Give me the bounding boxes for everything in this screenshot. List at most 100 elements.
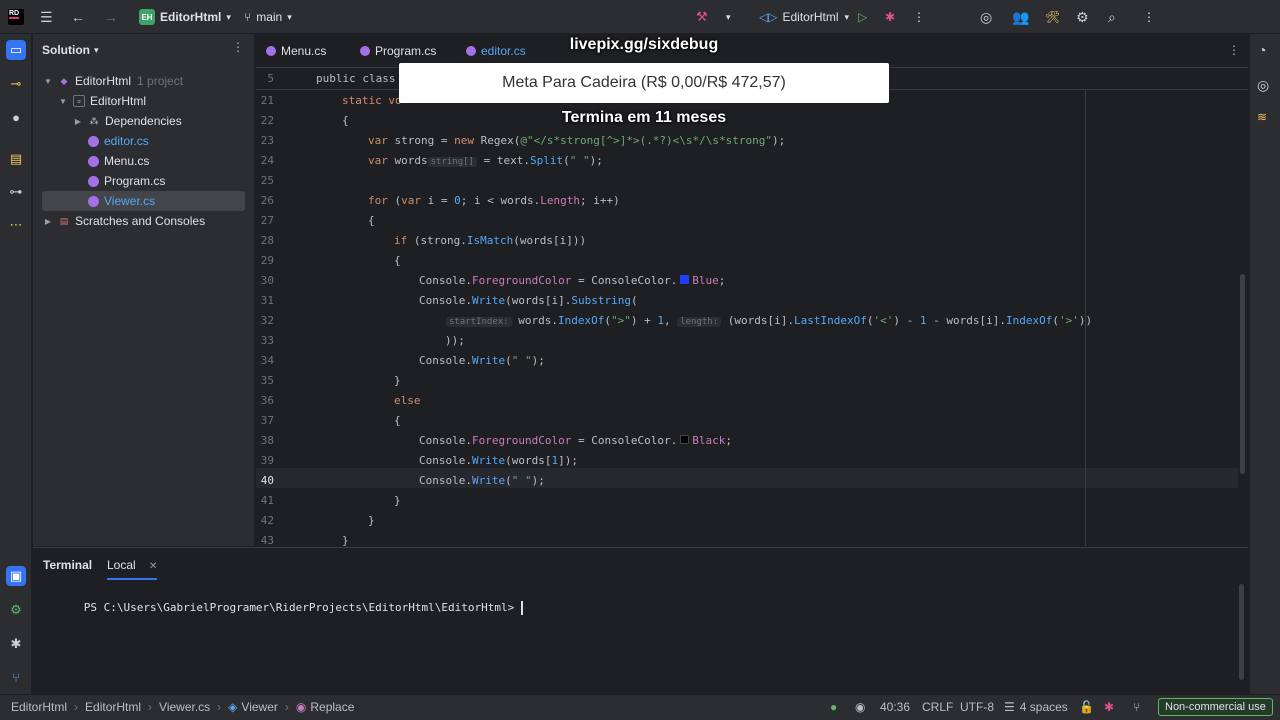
problems-tool-button[interactable]: ✱: [6, 634, 26, 654]
notifications-button[interactable]: ◔: [1258, 42, 1266, 58]
file-encoding[interactable]: UTF-8: [960, 695, 994, 719]
forward-button[interactable]: →: [104, 0, 118, 34]
more-actions-button[interactable]: ⋮: [913, 0, 925, 34]
bell-icon: ◔: [1258, 42, 1267, 58]
database-tool-button[interactable]: ≋: [1257, 110, 1267, 124]
run-button[interactable]: ▷: [858, 0, 867, 34]
commit-tool-button[interactable]: ⊸: [6, 74, 26, 94]
editor-scrollbar[interactable]: [1240, 274, 1245, 474]
github-tool-button[interactable]: ●: [6, 107, 26, 127]
settings-menu-button[interactable]: ⋮: [1143, 0, 1155, 34]
ai-assistant-button[interactable]: ◎: [980, 0, 992, 34]
tree-item-editor-cs[interactable]: editor.cs: [33, 131, 255, 151]
line-number: 42: [260, 514, 274, 527]
services-tool-button[interactable]: ⚙: [6, 600, 26, 620]
git-branch-icon: ⑂: [12, 669, 20, 685]
git-branch-icon: ⑂: [244, 10, 252, 24]
structure-tool-button[interactable]: ▤: [6, 149, 26, 169]
code-line-27: {: [368, 214, 375, 227]
eye-button[interactable]: ◉: [855, 695, 865, 719]
line-number: 38: [260, 434, 274, 447]
license-badge[interactable]: Non-commercial use: [1158, 698, 1273, 716]
csharp-file-icon: [360, 46, 370, 56]
breadcrumb-item[interactable]: EditorHtml: [85, 700, 141, 714]
run-config-name: EditorHtml: [782, 10, 839, 24]
project-name: EditorHtml: [160, 10, 222, 24]
code-with-me-button[interactable]: 👥: [1012, 0, 1029, 34]
project-selector[interactable]: EH EditorHtml ▾: [139, 0, 231, 34]
plugins-button[interactable]: ⚙: [1076, 0, 1089, 34]
code-line-26: for (var i = 0; i < words.Length; i++): [368, 194, 620, 207]
line-number: 22: [260, 114, 274, 127]
structure-icon: ▤: [9, 151, 23, 166]
livepix-link: livepix.gg/sixdebug: [569, 36, 719, 53]
more-vertical-icon: ⋮: [1143, 10, 1155, 24]
donation-goal-box: Meta Para Cadeira (R$ 0,00/R$ 472,57): [399, 63, 889, 103]
tools-button[interactable]: 🛠: [1045, 0, 1060, 34]
code-line-31: Console.Write(words[i].Substring(: [419, 294, 638, 307]
search-everywhere-button[interactable]: ⌕: [1108, 0, 1116, 34]
line-number: 33: [260, 334, 274, 347]
tree-item-dependencies[interactable]: ▶ ⁂ Dependencies: [33, 111, 255, 131]
tree-item-solution[interactable]: ▼ ◆ EditorHtml 1 project: [33, 71, 255, 91]
more-tools-button[interactable]: ⋯: [6, 215, 26, 235]
status-bar: EditorHtml › EditorHtml › Viewer.cs › ◈ …: [0, 694, 1280, 720]
terminal-output[interactable]: PS C:\Users\GabrielProgramer\RiderProjec…: [44, 588, 523, 628]
git-status[interactable]: ⑂: [1133, 695, 1140, 719]
breadcrumb-item[interactable]: Viewer: [241, 700, 277, 714]
back-button[interactable]: ←: [71, 0, 85, 34]
tree-item-scratches[interactable]: ▶ ▤ Scratches and Consoles: [33, 211, 255, 231]
terminal-tool-button[interactable]: ▣: [6, 566, 26, 586]
line-number: 40: [260, 474, 274, 487]
donation-goal-subtitle: Termina em 11 meses: [561, 109, 727, 126]
users-icon: 👥: [1012, 8, 1030, 25]
project-tool-button[interactable]: ▭: [6, 40, 26, 60]
debug-button[interactable]: ✱: [885, 0, 895, 34]
tree-item-menu-cs[interactable]: Menu.cs: [33, 151, 255, 171]
tabs-options-button[interactable]: ⋮: [1228, 43, 1240, 57]
inspection-status[interactable]: ●: [830, 695, 837, 719]
bug-icon: ✱: [1104, 700, 1115, 714]
arrow-left-icon: ←: [71, 9, 85, 25]
tree-item-project[interactable]: ▼ ▫ EditorHtml: [33, 91, 255, 111]
chevron-down-icon: ▼: [59, 96, 67, 106]
breadcrumb-item[interactable]: EditorHtml: [11, 700, 67, 714]
indent-setting[interactable]: ☰ 4 spaces: [1004, 695, 1068, 719]
bug-icon: ✱: [10, 636, 22, 651]
terminal-scrollbar[interactable]: [1239, 584, 1244, 680]
main-menu-button[interactable]: ☰: [40, 0, 53, 34]
build-hammer-button[interactable]: ⚒: [696, 0, 708, 34]
panel-options-button[interactable]: ⋮: [232, 40, 244, 54]
readonly-toggle[interactable]: 🔓: [1079, 695, 1094, 719]
terminal-tab-local[interactable]: Local ✕: [107, 558, 157, 572]
line-ending[interactable]: CRLF: [922, 695, 953, 719]
wrench-icon: 🛠: [1045, 10, 1061, 24]
caret-position[interactable]: 40:36: [880, 695, 910, 719]
hamburger-menu-icon: ☰: [40, 8, 53, 25]
indent-icon: ☰: [1004, 700, 1015, 714]
tree-item-program-cs[interactable]: Program.cs: [33, 171, 255, 191]
tree-item-viewer-cs[interactable]: Viewer.cs: [42, 191, 245, 211]
breadcrumb-item[interactable]: Replace: [310, 700, 354, 714]
code-line-36: else: [394, 394, 421, 407]
code-line-39: Console.Write(words[1]);: [419, 454, 578, 467]
close-icon[interactable]: ✕: [149, 561, 157, 572]
build-dropdown[interactable]: ▾: [726, 0, 731, 34]
tab-menu-cs[interactable]: Menu.cs: [266, 34, 326, 68]
branch-selector[interactable]: ⑂ main ▾: [244, 0, 292, 34]
debug-status[interactable]: ✱: [1104, 695, 1114, 719]
chevron-right-icon: ›: [74, 700, 79, 714]
solution-view-selector[interactable]: Solution ▾: [42, 40, 162, 60]
ai-tool-button[interactable]: ◎: [1257, 77, 1269, 94]
class-icon: ◈: [228, 700, 238, 714]
run-config-selector[interactable]: ◁▷ EditorHtml ▾: [759, 0, 849, 34]
sticky-line-number: 5: [267, 72, 274, 85]
code-line-30: Console.ForegroundColor = ConsoleColor. B…: [419, 274, 726, 287]
breadcrumb-item[interactable]: Viewer.cs: [159, 700, 210, 714]
endpoints-tool-button[interactable]: ⊶: [6, 182, 26, 202]
git-tool-button[interactable]: ⑂: [6, 667, 26, 687]
app-logo[interactable]: RD: [8, 0, 24, 34]
chevron-down-icon: ▾: [94, 44, 99, 55]
chevron-down-icon: ▾: [844, 11, 850, 22]
sticky-code: public class: [316, 72, 396, 85]
